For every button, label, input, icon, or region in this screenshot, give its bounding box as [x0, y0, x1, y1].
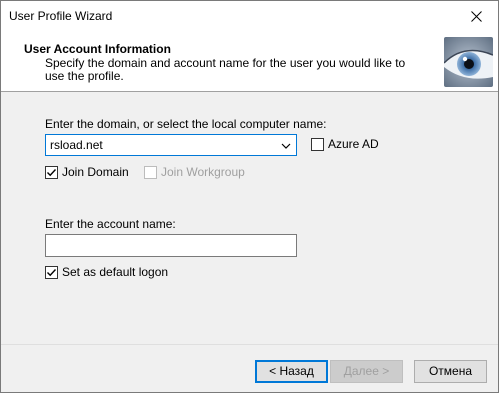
domain-combobox[interactable]: rsload.net — [45, 134, 297, 156]
close-button[interactable] — [454, 1, 498, 32]
domain-combobox-value: rsload.net — [50, 138, 103, 152]
title-bar: User Profile Wizard — [1, 1, 498, 32]
azure-ad-checkbox[interactable] — [311, 138, 324, 151]
next-button[interactable]: Далее > — [330, 360, 403, 383]
user-profile-wizard-window: User Profile Wizard User Account Informa… — [0, 0, 499, 393]
chevron-down-icon[interactable] — [279, 139, 293, 153]
checkmark-icon — [47, 169, 57, 177]
wizard-header: User Account Information Specify the dom… — [1, 32, 498, 92]
join-domain-checkbox[interactable] — [45, 166, 58, 179]
window-title: User Profile Wizard — [9, 9, 113, 23]
header-description: Specify the domain and account name for … — [45, 56, 406, 83]
account-name-input[interactable] — [45, 234, 297, 257]
account-label: Enter the account name: — [45, 217, 176, 231]
default-logon-label: Set as default logon — [62, 265, 169, 279]
header-title: User Account Information — [24, 42, 171, 56]
azure-ad-label: Azure AD — [328, 137, 379, 151]
back-button[interactable]: < Назад — [255, 360, 328, 383]
join-workgroup-checkbox[interactable] — [144, 166, 157, 179]
default-logon-checkbox[interactable] — [45, 266, 58, 279]
footer-divider — [1, 344, 498, 345]
domain-label: Enter the domain, or select the local co… — [45, 117, 327, 131]
checkmark-icon — [47, 269, 57, 277]
eye-icon — [444, 37, 493, 87]
cancel-button[interactable]: Отмена — [414, 360, 487, 383]
close-icon — [470, 11, 482, 22]
join-workgroup-label: Join Workgroup — [161, 165, 245, 179]
join-domain-label: Join Domain — [62, 165, 129, 179]
